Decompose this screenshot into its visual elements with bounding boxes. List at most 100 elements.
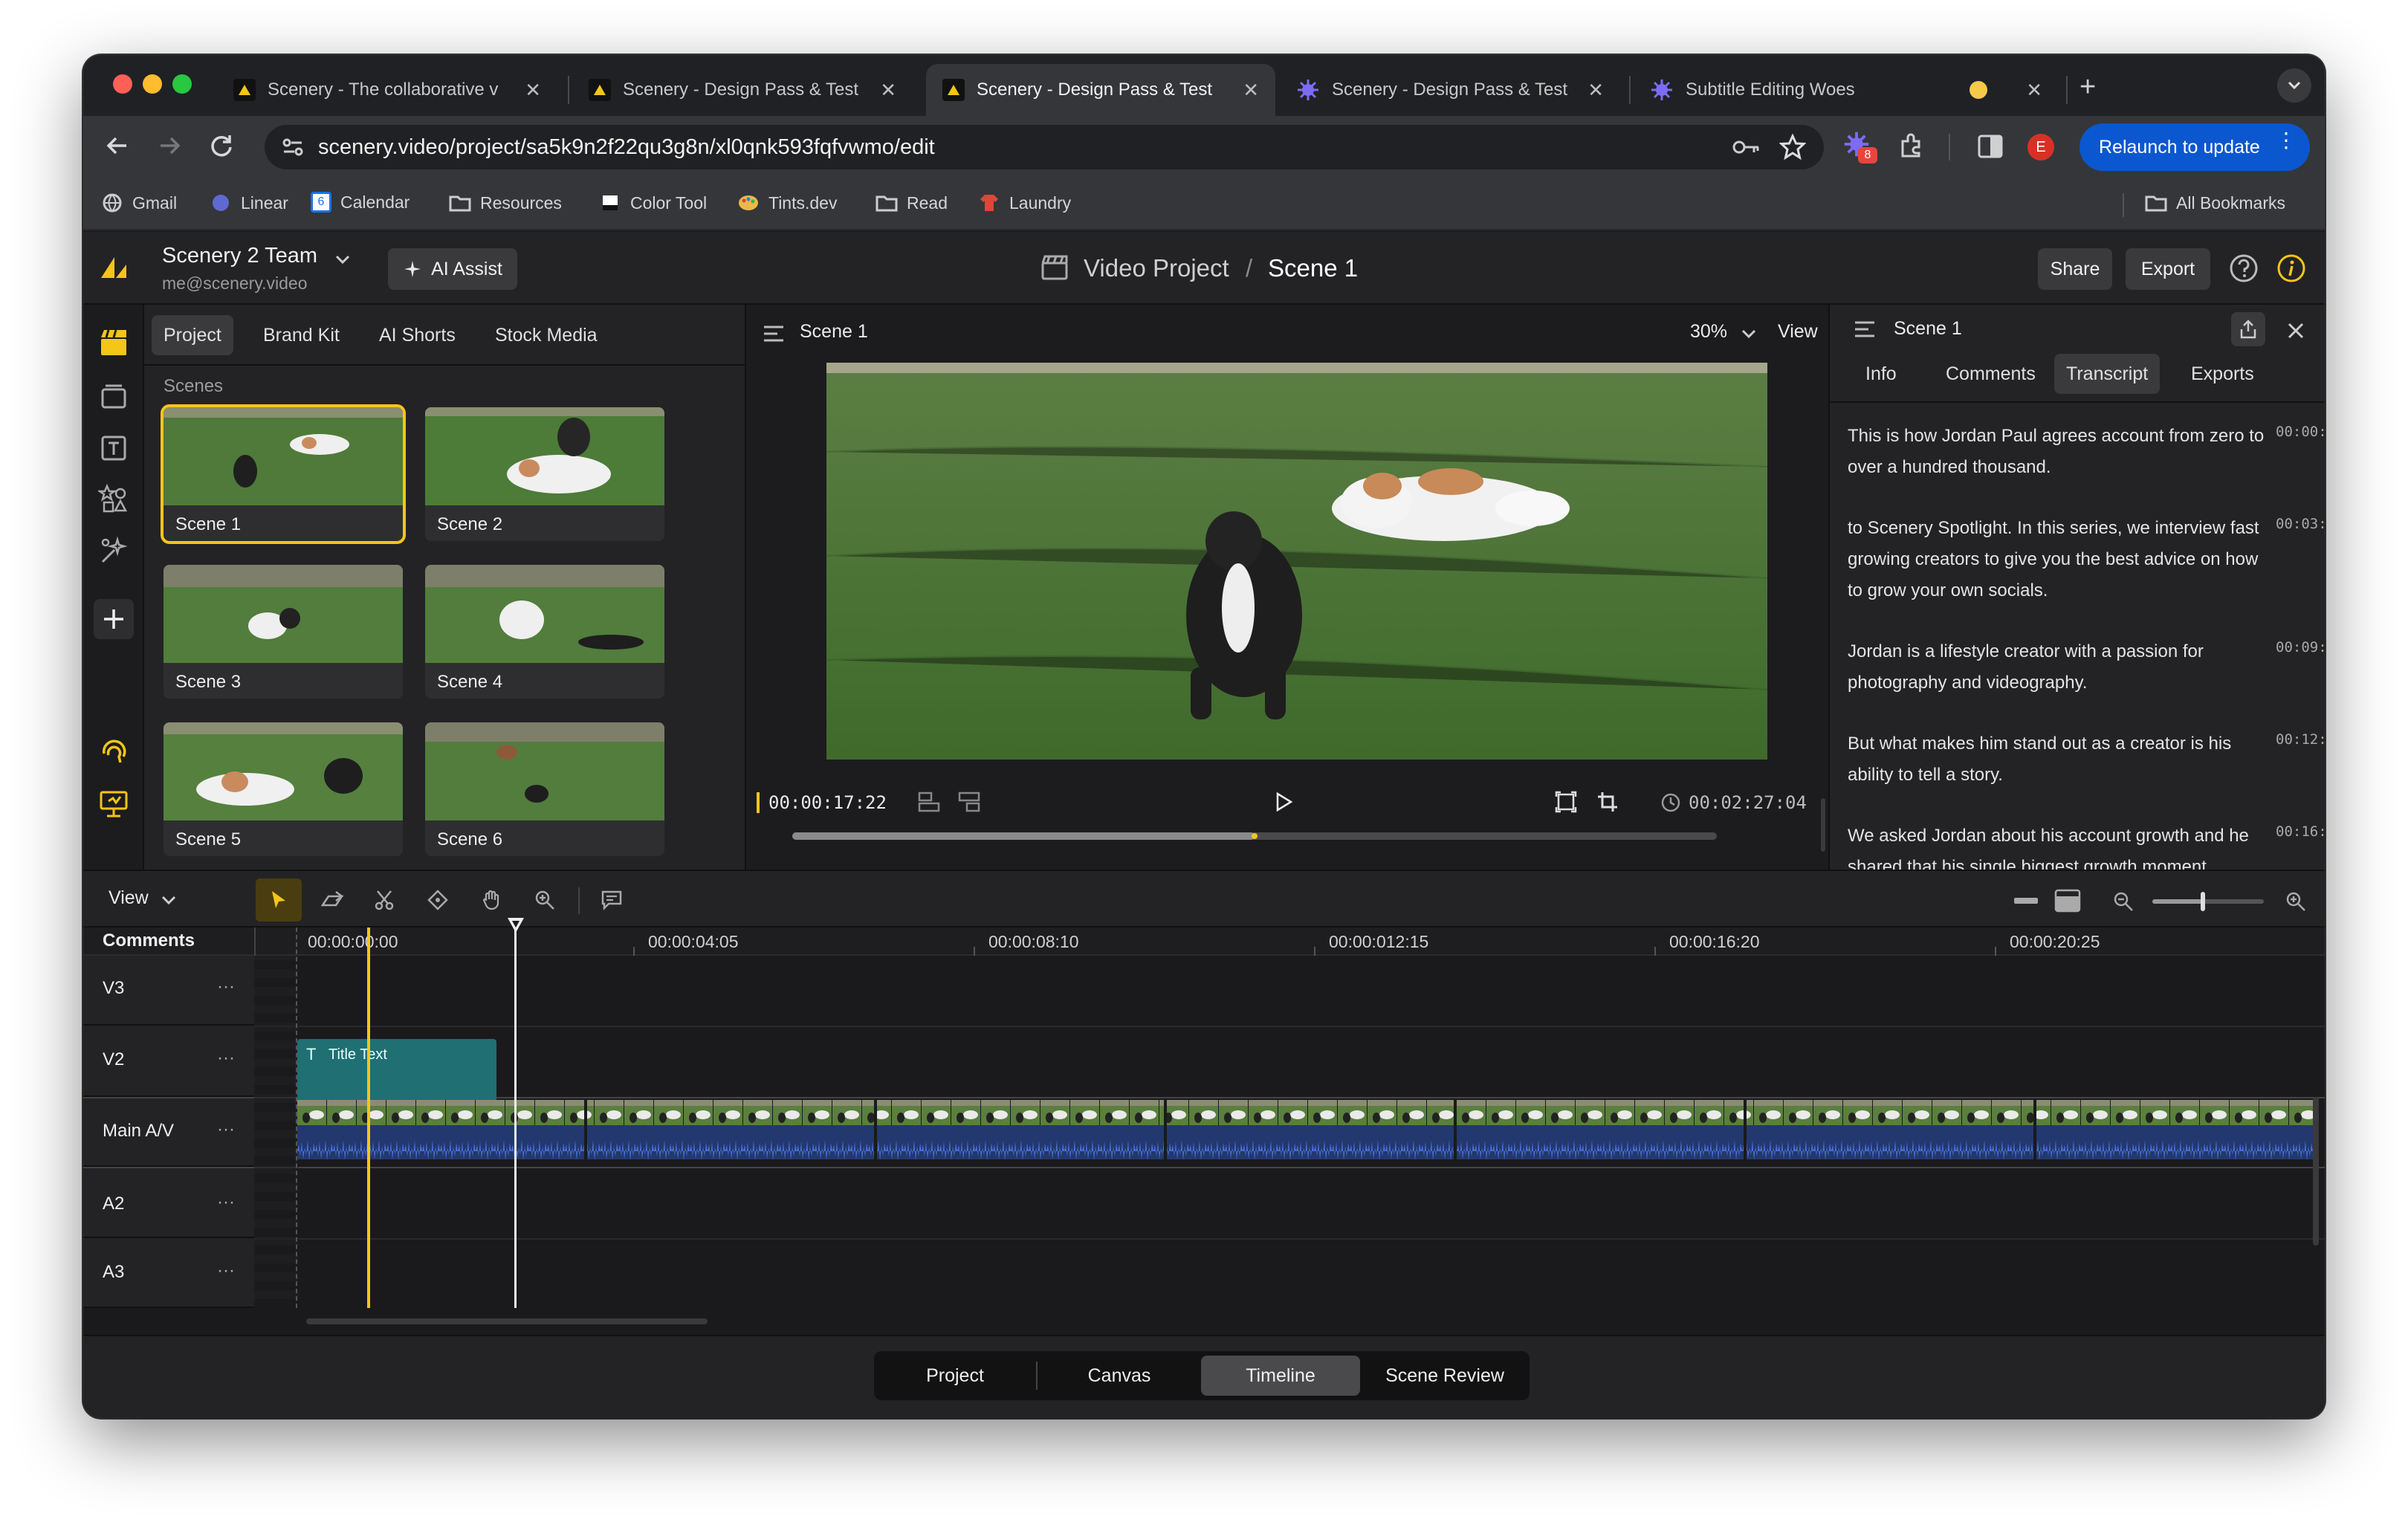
scrub-cursor-line[interactable] <box>514 928 517 1308</box>
razor-tool-button[interactable] <box>361 878 407 922</box>
maximize-window-button[interactable] <box>172 74 192 94</box>
team-name[interactable]: Scenery 2 Team <box>162 244 317 268</box>
zoom-in-icon[interactable] <box>2285 890 2307 913</box>
bookmark-resources[interactable]: Resources <box>449 192 562 214</box>
effects-icon[interactable] <box>98 535 129 566</box>
reload-icon[interactable] <box>207 131 236 161</box>
close-tab-icon[interactable]: ✕ <box>1587 79 1604 102</box>
tab-info[interactable]: Info <box>1854 354 1909 394</box>
tab-stock-media[interactable]: Stock Media <box>483 315 609 355</box>
close-window-button[interactable] <box>113 74 132 94</box>
tab-project[interactable]: Project <box>152 315 233 355</box>
title-text-clip[interactable]: T Title Text <box>297 1039 496 1104</box>
tab-comments[interactable]: Comments <box>1934 354 2048 394</box>
track-header-a2[interactable]: A2 ··· <box>83 1167 254 1238</box>
zoom-out-icon[interactable] <box>2112 890 2134 913</box>
help-icon[interactable] <box>2228 253 2259 284</box>
transcript-line[interactable]: But what makes him stand out as a creato… <box>1848 728 2271 791</box>
bookmark-laundry[interactable]: Laundry <box>978 192 1071 214</box>
scene-card-6[interactable]: Scene 6 <box>425 722 664 856</box>
browser-tab-1[interactable]: Scenery - The collaborative v ✕ <box>217 64 557 116</box>
scene-card-3[interactable]: Scene 3 <box>164 565 403 699</box>
transcript-timestamp[interactable]: 00:03:23 <box>2276 516 2325 532</box>
tab-exports[interactable]: Exports <box>2179 354 2266 394</box>
scrub-marker-icon[interactable] <box>505 916 526 935</box>
keyframe-tool-button[interactable] <box>415 878 461 922</box>
bookmark-color-tool[interactable]: Color Tool <box>599 192 707 214</box>
minimize-window-button[interactable] <box>143 74 162 94</box>
back-arrow-icon[interactable] <box>103 131 132 161</box>
omnibox[interactable]: scenery.video/project/sa5k9n2f22qu3g8n/x… <box>265 125 1824 169</box>
bookmark-gmail[interactable]: Gmail <box>101 192 177 214</box>
clapperboard-icon[interactable] <box>98 327 129 358</box>
zoom-slider-thumb[interactable] <box>2200 892 2205 911</box>
close-icon[interactable] <box>2286 321 2305 340</box>
track-more-icon[interactable]: ··· <box>217 1260 235 1281</box>
nav-scene-review[interactable]: Scene Review <box>1365 1356 1525 1396</box>
brand-swirl-icon[interactable] <box>98 736 129 767</box>
zoom-dropdown[interactable]: 30% <box>1690 321 1727 343</box>
chevron-down-icon[interactable] <box>161 895 177 905</box>
ai-assist-button[interactable]: AI Assist <box>388 248 517 290</box>
comment-tool-button[interactable] <box>589 878 635 922</box>
nav-project[interactable]: Project <box>878 1356 1032 1396</box>
bookmark-linear[interactable]: Linear <box>210 192 288 214</box>
playhead-line[interactable] <box>367 928 370 1308</box>
bookmark-calendar[interactable]: 6 Calendar <box>311 192 410 213</box>
scene-card-2[interactable]: Scene 2 <box>425 407 664 541</box>
track-header-v2[interactable]: V2 ··· <box>83 1026 254 1097</box>
track-height-large-icon[interactable] <box>2054 889 2081 913</box>
tab-search-button[interactable] <box>2277 68 2311 103</box>
track-height-small-icon[interactable] <box>2013 892 2039 910</box>
scenery-logo-icon[interactable] <box>98 253 129 284</box>
vertical-scrollbar[interactable] <box>2313 1097 2319 1246</box>
list-lines-icon[interactable] <box>763 324 785 343</box>
forward-arrow-icon[interactable] <box>155 131 184 161</box>
close-tab-icon[interactable]: ✕ <box>525 79 541 102</box>
password-key-icon[interactable] <box>1732 137 1761 158</box>
text-icon[interactable] <box>98 433 129 464</box>
timeline-zoom-slider[interactable] <box>2152 892 2264 911</box>
transcript-timestamp[interactable]: 00:00:00 <box>2276 424 2325 440</box>
fit-frame-icon[interactable] <box>1555 791 1577 813</box>
track-header-v3[interactable]: V3 ··· <box>83 956 254 1026</box>
chevron-down-icon[interactable] <box>1741 328 1757 339</box>
nav-canvas[interactable]: Canvas <box>1042 1356 1197 1396</box>
bookmark-read[interactable]: Read <box>876 192 948 214</box>
nav-timeline[interactable]: Timeline <box>1201 1356 1360 1396</box>
side-panel-icon[interactable] <box>1977 134 2004 159</box>
tab-transcript[interactable]: Transcript <box>2054 354 2161 394</box>
extension-icon[interactable]: 8 <box>1842 129 1877 164</box>
main-av-clips[interactable] <box>297 1100 2313 1164</box>
ripple-tool-button[interactable] <box>309 878 355 922</box>
track-more-icon[interactable]: ··· <box>217 1192 235 1213</box>
playback-scrubber[interactable] <box>792 832 1717 840</box>
timeline-view-dropdown[interactable]: View <box>109 887 149 909</box>
browser-tab-2[interactable]: Scenery - Design Pass & Test ✕ <box>572 64 913 116</box>
breadcrumb-project[interactable]: Video Project <box>1084 254 1229 282</box>
track-more-icon[interactable]: ··· <box>217 977 235 997</box>
share-panel-button[interactable] <box>2231 312 2265 346</box>
scrubber-playhead[interactable] <box>1252 833 1258 839</box>
close-tab-icon[interactable]: ✕ <box>880 79 896 102</box>
horizontal-scrollbar[interactable] <box>306 1318 708 1324</box>
browser-tab-3-active[interactable]: Scenery - Design Pass & Test ✕ <box>926 64 1275 116</box>
tab-brand-kit[interactable]: Brand Kit <box>251 315 352 355</box>
url-text[interactable]: scenery.video/project/sa5k9n2f22qu3g8n/x… <box>318 135 935 160</box>
transcript-line[interactable]: to Scenery Spotlight. In this series, we… <box>1848 513 2271 606</box>
bookmark-tints[interactable]: Tints.dev <box>737 192 837 214</box>
scene-card-5[interactable]: Scene 5 <box>164 722 403 856</box>
extensions-puzzle-icon[interactable] <box>1897 131 1926 161</box>
transcript-line[interactable]: We asked Jordan about his account growth… <box>1848 820 2271 870</box>
profile-avatar[interactable]: E <box>2027 134 2054 161</box>
track-more-icon[interactable]: ··· <box>217 1119 235 1140</box>
track-more-icon[interactable]: ··· <box>217 1048 235 1069</box>
site-info-icon[interactable] <box>281 137 305 158</box>
elements-shapes-icon[interactable] <box>98 483 129 514</box>
breadcrumb-scene[interactable]: Scene 1 <box>1268 254 1358 282</box>
transcript-timestamp[interactable]: 00:09:02 <box>2276 639 2325 655</box>
transcript-line[interactable]: Jordan is a lifestyle creator with a pas… <box>1848 636 2271 699</box>
transcript-timestamp[interactable]: 00:12:15 <box>2276 731 2325 748</box>
add-button[interactable] <box>94 599 134 639</box>
transcript-line[interactable]: This is how Jordan Paul agrees account f… <box>1848 421 2271 483</box>
